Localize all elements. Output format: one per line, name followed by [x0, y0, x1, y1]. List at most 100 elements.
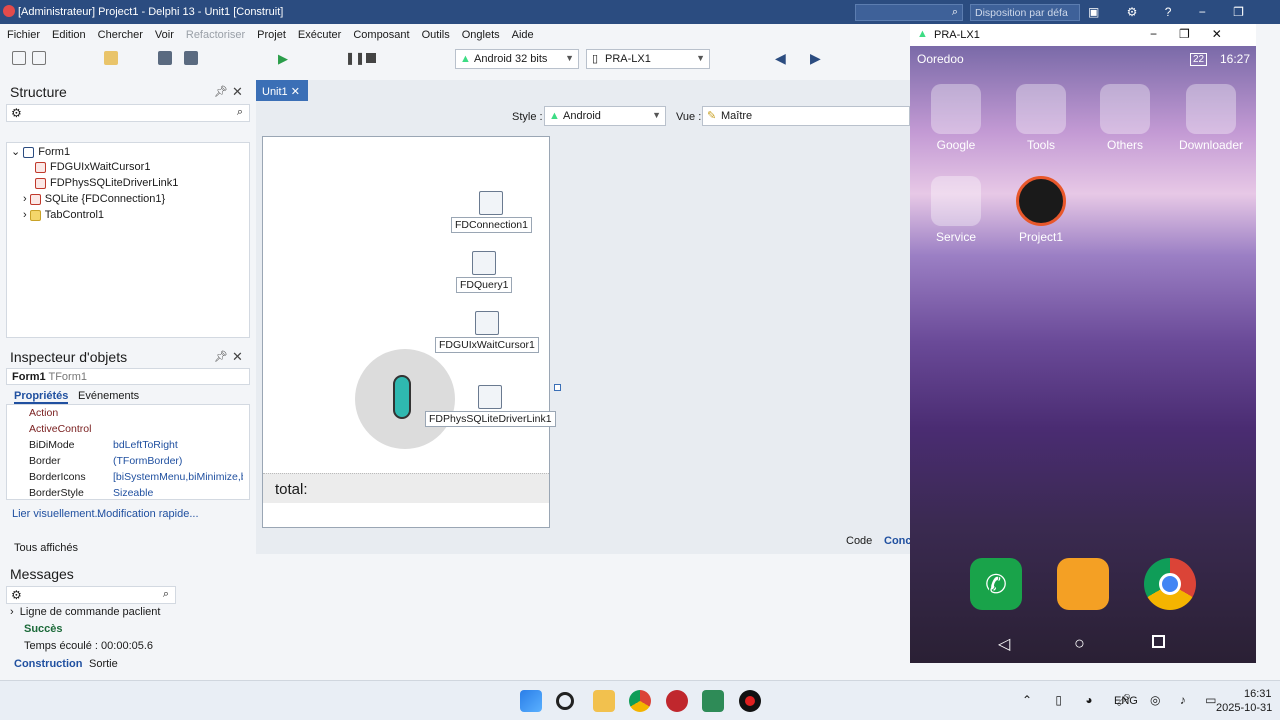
platform-combo[interactable]: ▲ Android 32 bits ▼	[455, 49, 579, 69]
link-visual-binding[interactable]: Lier visuellement...	[12, 508, 104, 520]
back-arrow-icon[interactable]: ◀	[775, 50, 786, 67]
close-icon[interactable]: ✕	[232, 349, 243, 365]
prop-row[interactable]: BiDiMode bdLeftToRight	[13, 437, 249, 453]
prop-row[interactable]: Action	[13, 405, 249, 421]
tab-unit1[interactable]: Unit1 ✕	[256, 80, 308, 101]
device-combo[interactable]: ▯ PRA-LX1 ▼	[586, 49, 710, 69]
close-icon[interactable]: ✕	[232, 84, 243, 100]
app-folder-others[interactable]: Others	[1092, 84, 1158, 152]
fdconnection-component[interactable]: FDConnection1	[451, 191, 532, 233]
inspector-footer: Tous affichés	[14, 542, 79, 554]
app-folder-tools[interactable]: Tools	[1008, 84, 1074, 152]
phone-window-title: PRA-LX1	[934, 29, 980, 41]
search-icon[interactable]	[556, 692, 574, 710]
tree-item-waitcursor[interactable]: FDGUIxWaitCursor1	[35, 161, 150, 173]
fdguixwaitcursor-component[interactable]: FDGUIxWaitCursor1	[435, 311, 539, 353]
nav-recents-icon[interactable]	[1152, 635, 1165, 648]
tree-item-sqlite[interactable]: › SQLite {FDConnection1}	[23, 193, 165, 205]
menu-refactoriser[interactable]: Refactoriser	[179, 24, 250, 41]
app-downloader[interactable]: Downloader	[1178, 84, 1244, 152]
rad-studio-icon[interactable]	[666, 690, 688, 712]
tree-item-form1[interactable]: ⌄ Form1	[11, 145, 70, 158]
pin-icon[interactable]: 📌︎	[214, 85, 228, 98]
object-selector[interactable]: Form1 TForm1	[6, 368, 250, 385]
close-icon[interactable]: ✕	[291, 86, 300, 98]
view-combo[interactable]: ✎ Maître	[702, 106, 910, 126]
prop-row[interactable]: BorderStyle Sizeable	[13, 485, 249, 501]
pause-icon[interactable]: ❚❚	[345, 51, 365, 65]
form-resize-handle[interactable]	[554, 384, 561, 391]
new-icon[interactable]	[12, 51, 26, 65]
prop-row[interactable]: Border (TFormBorder)	[13, 453, 249, 469]
menu-aide[interactable]: Aide	[505, 24, 539, 41]
structure-title: Structure	[10, 84, 67, 100]
clock-date[interactable]: 2025-10-31	[1216, 702, 1272, 714]
app-folder-google[interactable]: Google	[923, 84, 989, 152]
tab-construction[interactable]: Construction	[14, 658, 82, 670]
chrome-icon[interactable]	[629, 690, 651, 712]
form-canvas[interactable]: FDConnection1 FDQuery1 FDGUIxWaitCursor1…	[262, 136, 556, 528]
language-indicator[interactable]: ENG	[1114, 695, 1138, 707]
contacts-icon[interactable]	[1057, 558, 1109, 610]
style-combo[interactable]: ▲ Android ▼	[544, 106, 666, 126]
menu-voir[interactable]: Voir	[148, 24, 179, 41]
tab-properties[interactable]: Propriétés	[14, 390, 69, 404]
window-controls[interactable]: ▣ ⚙ ? − ❐ ✕	[1088, 5, 1258, 19]
phone-dialer-icon[interactable]: ✆	[970, 558, 1022, 610]
fdphyssqlitedriverlink-component[interactable]: FDPhysSQLiteDriverLink1	[425, 385, 556, 427]
window-controls[interactable]: −❐✕	[1150, 27, 1254, 41]
layout-combo[interactable]: Disposition par défa	[970, 4, 1080, 21]
record-icon[interactable]	[739, 690, 761, 712]
menu-edition[interactable]: Edition	[45, 24, 91, 41]
save-all-icon[interactable]	[184, 51, 198, 65]
forward-arrow-icon[interactable]: ▶	[810, 50, 821, 67]
messages-search[interactable]: ⚙ ⌕	[6, 586, 176, 604]
save-icon[interactable]	[158, 51, 172, 65]
delphi-logo-icon	[3, 5, 15, 17]
prop-row[interactable]: BorderIcons [biSystemMenu,biMinimize,bi	[13, 469, 249, 485]
title-bar: [Administrateur] Project1 - Delphi 13 - …	[0, 0, 1280, 24]
menu-outils[interactable]: Outils	[415, 24, 455, 41]
clock-time[interactable]: 16:31	[1244, 688, 1272, 700]
open-icon[interactable]	[104, 51, 118, 65]
start-icon[interactable]	[520, 690, 542, 712]
global-search-input[interactable]: ⌕	[855, 4, 963, 21]
main-toolbar: ▶ ❚❚ ▲ Android 32 bits ▼ ▯ PRA-LX1 ▼ ◀ ▶	[0, 46, 910, 72]
tab-output[interactable]: Sortie	[89, 658, 118, 670]
new-items-icon[interactable]	[32, 51, 46, 65]
total-label[interactable]: total:	[263, 473, 549, 503]
menu-bar: Fichier Edition Chercher Voir Refactoriser Pr…	[0, 24, 910, 46]
menu-projet[interactable]: Projet	[250, 24, 291, 41]
menu-chercher[interactable]: Chercher	[91, 24, 148, 41]
menu-executer[interactable]: Exécuter	[291, 24, 346, 41]
file-explorer-icon[interactable]	[593, 690, 615, 712]
menu-onglets[interactable]: Onglets	[455, 24, 505, 41]
tab-events[interactable]: Evénements	[78, 390, 139, 402]
fdquery-component[interactable]: FDQuery1	[456, 251, 513, 293]
pin-icon[interactable]: 📌︎	[214, 350, 228, 363]
nav-back-icon[interactable]: ◁	[998, 634, 1010, 654]
message-line[interactable]: › Ligne de commande paclient	[10, 606, 160, 618]
tree-item-sqlitedriver[interactable]: FDPhysSQLiteDriverLink1	[35, 177, 178, 189]
run-icon[interactable]: ▶	[278, 51, 288, 67]
nav-home-icon[interactable]: ○	[1074, 633, 1085, 654]
gear-icon: ⚙	[11, 106, 22, 120]
code-tab[interactable]: Code	[846, 535, 872, 547]
app-folder-service[interactable]: Service	[923, 176, 989, 244]
chrome-icon[interactable]	[1144, 558, 1196, 610]
messages-panel: Messages ⚙ ⌕ › Ligne de commande paclient…	[6, 562, 910, 676]
link-quick-edit[interactable]: Modification rapide...	[97, 508, 199, 520]
network-volume-battery-icons[interactable]: ◎ ♪ ▭	[1150, 693, 1224, 707]
menu-composant[interactable]: Composant	[346, 24, 414, 41]
stop-icon[interactable]	[366, 53, 376, 63]
android-device-icon[interactable]	[702, 690, 724, 712]
menu-fichier[interactable]: Fichier	[0, 24, 45, 41]
phone-screen[interactable]: Ooredoo 22 16:27 Google Tools Others Dow…	[910, 46, 1256, 663]
structure-tree: ⌄ Form1 FDGUIxWaitCursor1 FDPhysSQLiteDr…	[6, 142, 250, 338]
prop-row[interactable]: ActiveControl	[13, 421, 249, 437]
structure-search[interactable]: ⚙ ⌕	[6, 104, 250, 122]
tree-item-tabcontrol[interactable]: › TabControl1	[23, 209, 104, 221]
app-project1[interactable]: Project1	[1008, 176, 1074, 244]
search-icon: ⌕	[951, 6, 958, 18]
property-grid: Action ActiveControl BiDiMode bdLeftToRig…	[6, 404, 250, 500]
